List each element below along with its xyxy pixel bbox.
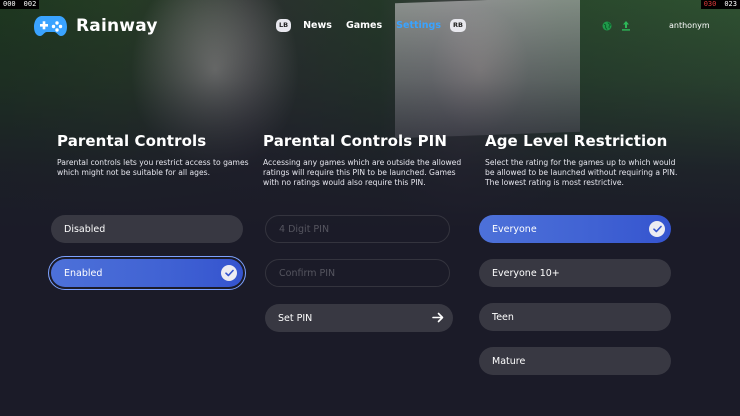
rating-teen[interactable]: Teen <box>479 303 671 331</box>
section-title: Parental Controls PIN <box>263 132 448 150</box>
check-icon <box>221 265 237 281</box>
rating-everyone[interactable]: Everyone <box>479 215 671 243</box>
option-disabled[interactable]: Disabled <box>51 215 243 243</box>
upload-icon[interactable] <box>621 20 631 31</box>
button-label: Set PIN <box>278 312 313 324</box>
tab-settings[interactable]: Settings <box>396 20 441 31</box>
section-title: Age Level Restriction <box>485 132 668 150</box>
brand-name: Rainway <box>76 16 158 36</box>
option-label: Everyone <box>492 223 537 235</box>
option-label: Mature <box>492 355 526 367</box>
option-label: Teen <box>492 311 514 323</box>
confirm-pin-input[interactable] <box>265 259 450 287</box>
globe-icon[interactable] <box>602 21 612 31</box>
option-label: Disabled <box>64 223 106 235</box>
counter-value: 002 <box>23 0 37 8</box>
parental-pin-section: Parental Controls PIN Accessing any game… <box>263 132 463 189</box>
tab-news[interactable]: News <box>303 20 332 31</box>
rb-badge[interactable]: RB <box>450 19 466 32</box>
tab-games[interactable]: Games <box>346 20 382 31</box>
gamepad-icon <box>34 16 67 36</box>
option-label: Enabled <box>64 267 103 279</box>
section-description: Parental controls lets you restrict acce… <box>57 158 249 178</box>
section-description: Select the rating for the games up to wh… <box>485 158 678 188</box>
rating-everyone-10[interactable]: Everyone 10+ <box>479 259 671 287</box>
counter-value: 030 <box>703 0 717 8</box>
brand[interactable]: Rainway <box>33 14 158 38</box>
option-enabled[interactable]: Enabled <box>48 256 246 290</box>
section-title: Parental Controls <box>57 132 207 150</box>
age-restriction-section: Age Level Restriction Select the rating … <box>485 132 685 189</box>
check-icon <box>649 221 665 237</box>
username[interactable]: anthonym <box>669 21 710 30</box>
arrow-right-icon <box>432 312 444 323</box>
pin-input[interactable] <box>265 215 450 243</box>
section-description: Accessing any games which are outside th… <box>263 158 462 188</box>
status-icons <box>602 20 631 31</box>
option-label: Everyone 10+ <box>492 267 560 279</box>
parental-controls-section: Parental Controls Parental controls lets… <box>57 132 257 178</box>
frame-counter-left: 000 002 <box>0 0 40 9</box>
frame-counter-right: 030 023 <box>700 0 740 9</box>
set-pin-button[interactable]: Set PIN <box>265 304 453 332</box>
top-nav: LB News Games Settings RB <box>276 19 466 32</box>
counter-value: 023 <box>724 0 737 8</box>
lb-badge[interactable]: LB <box>276 19 292 32</box>
rating-mature[interactable]: Mature <box>479 347 671 375</box>
counter-value: 000 <box>3 0 16 8</box>
